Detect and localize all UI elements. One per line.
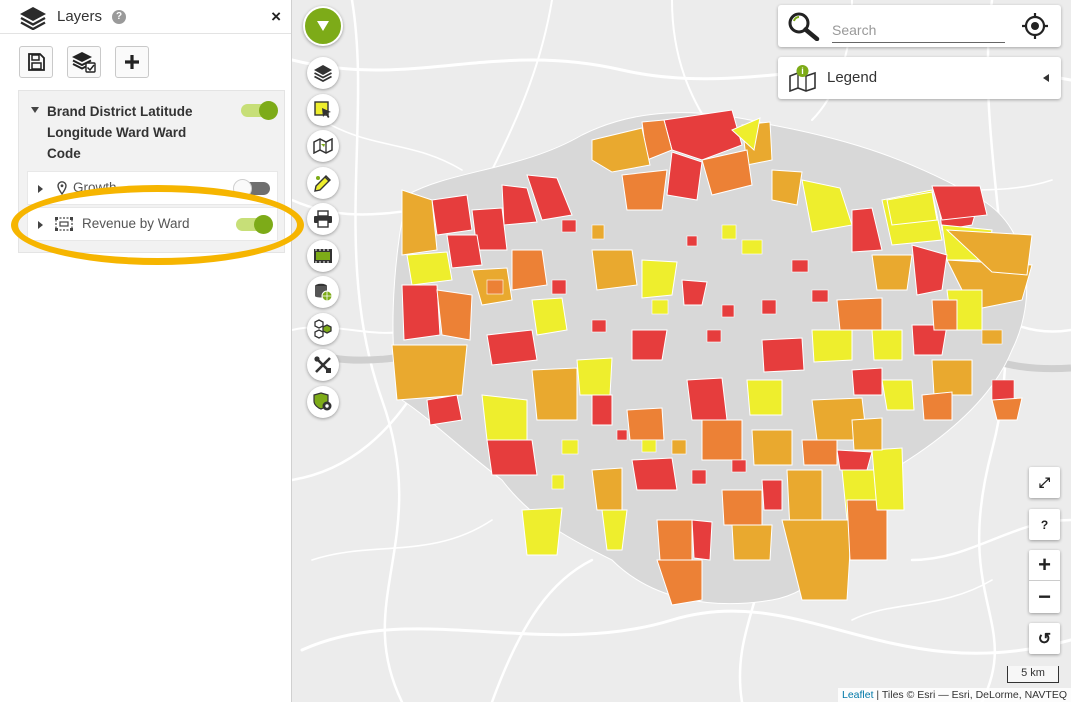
ward-polygons [391,109,1033,606]
data-globe-icon [315,283,333,302]
panel-title: Layers [57,8,103,25]
hexbin-tool-button[interactable] [307,312,339,345]
growth-toggle[interactable] [233,179,270,198]
layer-group: Brand District Latitude Longitude Ward W… [18,90,285,253]
search-box [778,5,1061,47]
panel-toolbar [0,34,291,90]
video-tool-button[interactable] [307,239,339,272]
help-button[interactable]: ? [1029,509,1060,540]
data-tool-button[interactable] [307,276,339,308]
layers-icon [314,65,332,82]
legend-label: Legend [827,69,878,86]
menu-dropdown-button[interactable] [303,6,343,46]
map-basemap[interactable] [292,0,1071,702]
svg-text:i: i [801,66,804,76]
legend-toggle[interactable]: i Legend [778,57,1061,99]
plus-icon [125,55,139,69]
settings-tool-button[interactable] [307,385,339,418]
caret-down-icon[interactable] [31,107,39,113]
save-icon [28,53,45,71]
layer-label-revenue-by-ward: Revenue by Ward [82,216,190,231]
select-icon [314,100,331,118]
layers-panel: Layers ? × Brand District Latitude Longi… [0,0,304,702]
chevron-down-icon [317,21,329,31]
locate-icon[interactable] [1021,12,1049,40]
map-tool-column [307,57,339,422]
zoom-control: + − [1029,550,1060,613]
polygon-icon [55,217,73,231]
layers-check-icon [72,52,96,73]
zoom-out-button[interactable]: − [1029,581,1060,612]
help-icon[interactable]: ? [112,9,127,24]
map-canvas[interactable]: i Legend ⤢ ? + − ↺ 5 km Leaflet | Tiles … [292,0,1071,702]
map-tool-button[interactable] [307,130,339,162]
tools-icon [314,356,331,373]
panel-header: Layers ? × [0,0,291,34]
save-button[interactable] [19,46,53,78]
close-icon[interactable]: × [271,7,281,27]
caret-right-icon[interactable] [38,221,43,229]
layer-item-revenue-by-ward[interactable]: Revenue by Ward [27,207,278,241]
add-layer-button[interactable] [115,46,149,78]
settings-shield-icon [313,391,332,410]
caret-left-icon[interactable] [1043,74,1049,82]
caret-right-icon[interactable] [38,185,43,193]
map-pin-icon [57,181,67,195]
tiles-attribution: | Tiles © Esri — Esri, DeLorme, NAVTEQ [873,689,1067,701]
reset-view-button[interactable]: ↺ [1029,623,1060,654]
layer-group-title[interactable]: Brand District Latitude Longitude Ward W… [47,101,197,164]
zoom-in-button[interactable]: + [1029,550,1060,581]
hexbin-icon [314,318,332,339]
layers-tool-button[interactable] [307,57,339,89]
draw-tool-button[interactable] [307,166,339,199]
search-icon[interactable] [787,11,821,41]
scale-bar: 5 km [1007,666,1059,683]
search-input[interactable] [832,17,1005,43]
print-tool-button[interactable] [307,203,339,235]
map-icon [313,138,333,154]
tools-tool-button[interactable] [307,349,339,381]
layer-item-growth[interactable]: Growth [27,171,278,205]
print-icon [314,210,332,228]
select-tool-button[interactable] [307,93,339,126]
attribution: Leaflet | Tiles © Esri — Esri, DeLorme, … [837,688,1071,702]
layers-icon [20,6,46,30]
revenue-by-ward-toggle[interactable] [236,215,273,234]
layer-group-toggle[interactable] [241,101,278,120]
fullscreen-button[interactable]: ⤢ [1029,467,1060,498]
leaflet-link[interactable]: Leaflet [842,689,874,701]
layers-settings-button[interactable] [67,46,101,78]
legend-map-icon: i [789,65,816,92]
draw-icon [314,174,331,192]
video-icon [314,248,332,263]
layer-label-growth: Growth [73,180,117,195]
